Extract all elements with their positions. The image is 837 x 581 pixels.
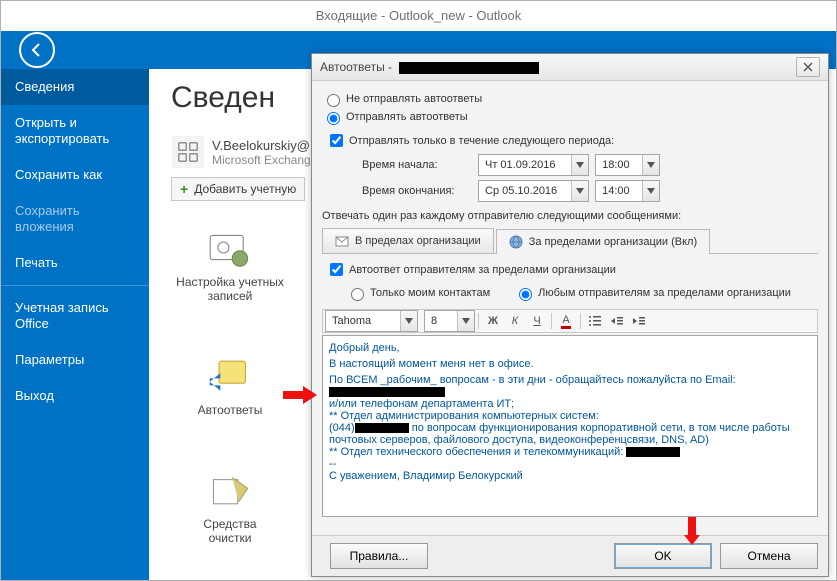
message-body[interactable]: Добрый день, В настоящий момент меня нет… <box>322 335 818 517</box>
org-icon <box>335 234 349 248</box>
chevron-down-icon[interactable] <box>642 181 659 201</box>
org-tabs: В пределах организации За пределами орга… <box>322 228 818 254</box>
dialog-footer: Правила... OK Отмена <box>312 535 828 576</box>
start-time-combo[interactable]: 18:00 <box>595 154 660 176</box>
sidebar-item-open-export[interactable]: Открыть и экспортировать <box>1 105 149 157</box>
chevron-down-icon[interactable] <box>400 311 417 331</box>
radio-any-sender[interactable]: Любым отправителям за пределами организа… <box>514 285 791 301</box>
chevron-down-icon[interactable] <box>642 155 659 175</box>
sidebar-item-info[interactable]: Сведения <box>1 69 149 105</box>
account-icon <box>172 136 204 168</box>
sidebar-item-save-attachments: Сохранить вложения <box>1 193 149 245</box>
auto-reply-icon <box>208 359 252 399</box>
bullets-button[interactable] <box>585 312 605 330</box>
add-account-label: Добавить учетную <box>194 182 296 196</box>
sidebar-divider <box>1 285 149 286</box>
outlook-window: Входящие - Outlook_new - Outlook Сведени… <box>0 0 837 581</box>
dialog-titlebar[interactable]: Автоответы - <box>312 54 828 81</box>
redaction <box>329 387 445 397</box>
ok-button[interactable]: OK <box>614 543 712 569</box>
end-label: Время окончания: <box>362 185 478 197</box>
start-date-combo[interactable]: Чт 01.09.2016 <box>478 154 589 176</box>
cleanup-icon <box>208 473 252 513</box>
radio-no-send[interactable]: Не отправлять автоответы <box>322 91 818 107</box>
dialog-close-button[interactable] <box>796 57 820 77</box>
font-color-button[interactable]: A <box>556 312 576 330</box>
redaction <box>626 447 680 457</box>
chevron-down-icon[interactable] <box>571 155 588 175</box>
start-label: Время начала: <box>362 159 478 171</box>
checkbox-period[interactable]: Отправлять только в течение следующего п… <box>326 131 818 150</box>
font-combo[interactable]: Tahoma <box>325 310 418 332</box>
tab-outside-org[interactable]: За пределами организации (Вкл) <box>496 229 710 254</box>
checkbox-auto-reply-outside[interactable]: Автоответ отправителям за пределами орга… <box>326 260 818 279</box>
plus-icon: + <box>180 181 188 197</box>
account-settings-button[interactable]: Настройка учетных записей <box>171 231 289 303</box>
rules-button[interactable]: Правила... <box>330 543 428 569</box>
cleanup-button[interactable]: Средства очистки <box>171 473 289 545</box>
account-subtitle: Microsoft Exchang <box>212 153 311 167</box>
auto-reply-dialog: Автоответы - Не отправлять автоответы От… <box>311 53 829 577</box>
size-combo[interactable]: 8 <box>424 310 475 332</box>
sidebar-item-office-account[interactable]: Учетная запись Office <box>1 290 149 342</box>
sidebar-item-exit[interactable]: Выход <box>1 378 149 414</box>
add-account-button[interactable]: + Добавить учетную <box>171 177 305 201</box>
radio-send[interactable]: Отправлять автоответы <box>322 109 818 125</box>
account-settings-icon <box>208 231 252 271</box>
title-text: Входящие - Outlook_new - Outlook <box>316 8 521 23</box>
dialog-title: Автоответы - <box>320 60 796 74</box>
radio-only-contacts[interactable]: Только моим контактам <box>346 285 490 301</box>
reply-each-label: Отвечать один раз каждому отправителю сл… <box>322 210 818 222</box>
redaction <box>399 62 539 74</box>
format-toolbar: Tahoma 8 Ж К Ч A <box>322 309 818 333</box>
title-bar: Входящие - Outlook_new - Outlook <box>1 1 836 31</box>
auto-reply-button[interactable]: Автоответы <box>171 359 289 417</box>
outdent-button[interactable] <box>607 312 627 330</box>
backstage-sidebar: Сведения Открыть и экспортировать Сохран… <box>1 69 149 580</box>
italic-button[interactable]: К <box>505 312 525 330</box>
globe-icon <box>509 235 523 249</box>
end-time-combo[interactable]: 14:00 <box>595 180 660 202</box>
sidebar-item-print[interactable]: Печать <box>1 245 149 281</box>
cancel-button[interactable]: Отмена <box>720 543 818 569</box>
sidebar-item-options[interactable]: Параметры <box>1 342 149 378</box>
underline-button[interactable]: Ч <box>527 312 547 330</box>
end-date-combo[interactable]: Ср 05.10.2016 <box>478 180 589 202</box>
account-title: V.Beelokurskiy@ <box>212 138 311 153</box>
chevron-down-icon[interactable] <box>457 311 474 331</box>
redaction <box>355 423 409 433</box>
tab-inside-org[interactable]: В пределах организации <box>322 228 494 253</box>
back-button[interactable] <box>19 32 55 68</box>
chevron-down-icon[interactable] <box>571 181 588 201</box>
indent-button[interactable] <box>629 312 649 330</box>
sidebar-item-save-as[interactable]: Сохранить как <box>1 157 149 193</box>
bold-button[interactable]: Ж <box>483 312 503 330</box>
